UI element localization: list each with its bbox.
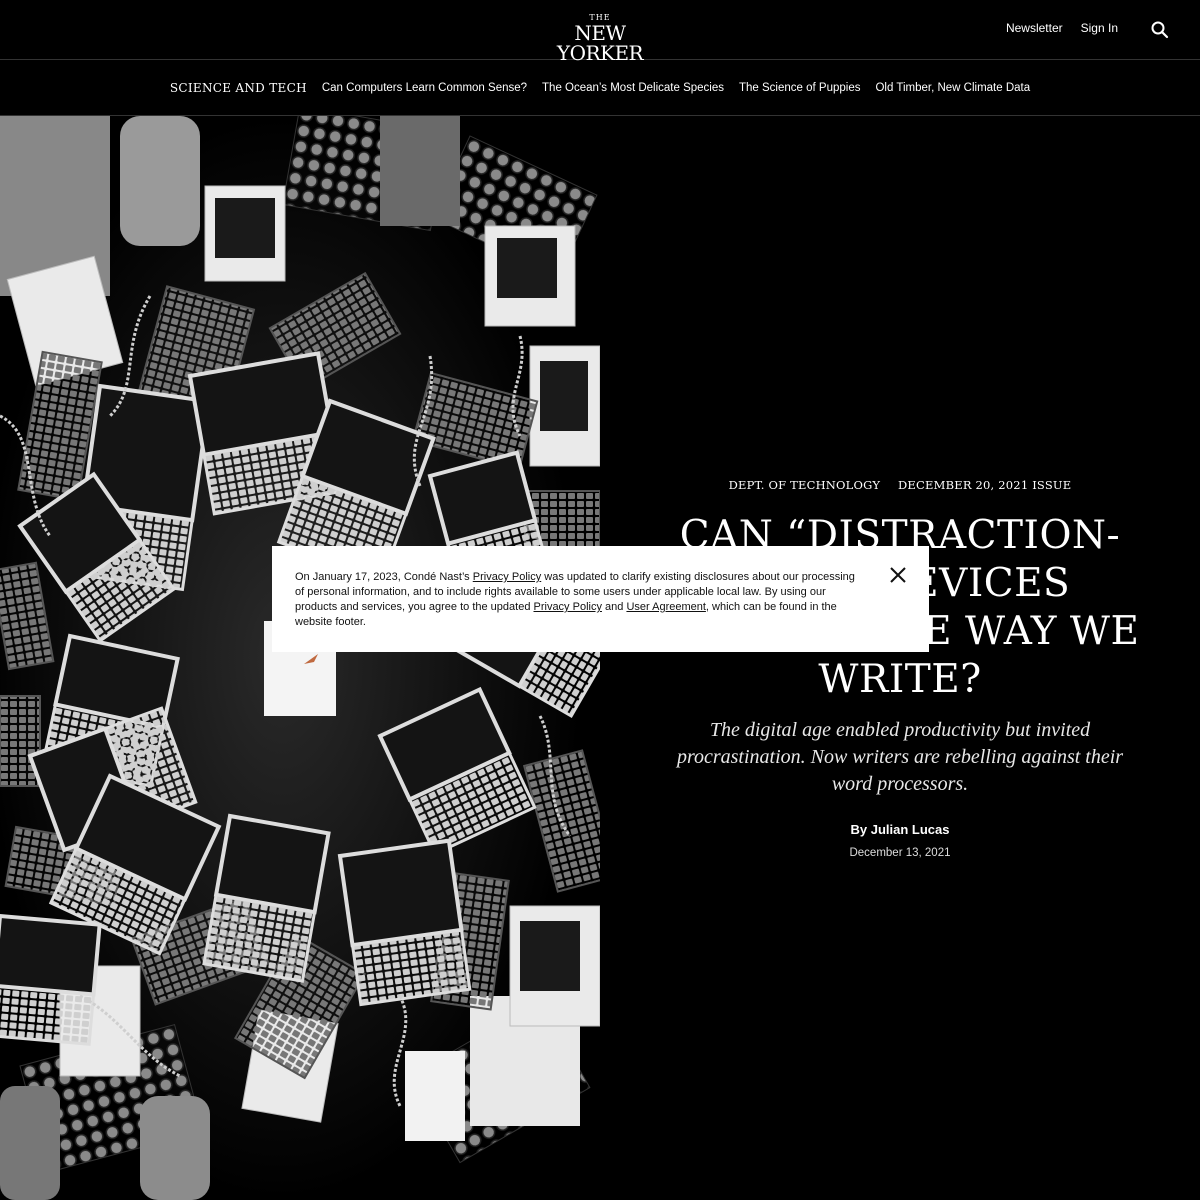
computers-and-typewriters-illustration bbox=[0, 116, 600, 1200]
publish-date: December 13, 2021 bbox=[849, 847, 951, 859]
site-header: THE NEW YORKER Newsletter Sign In bbox=[0, 0, 1200, 65]
banner-text-1: On January 17, 2023, Condé Nast’s bbox=[295, 571, 473, 583]
banner-text-3: and bbox=[601, 601, 627, 613]
nav-link-common-sense[interactable]: Can Computers Learn Common Sense? bbox=[322, 82, 527, 94]
new-yorker-logo[interactable]: THE NEW YORKER bbox=[540, 14, 660, 65]
close-icon bbox=[890, 567, 906, 583]
article-meta: DEPT. OF TECHNOLOGY DECEMBER 20, 2021 IS… bbox=[600, 478, 1200, 492]
article-dek: The digital age enabled productivity but… bbox=[676, 719, 1124, 795]
search-icon bbox=[1151, 21, 1169, 39]
author-link[interactable]: Julian Lucas bbox=[871, 822, 950, 837]
close-banner-button[interactable] bbox=[889, 566, 907, 584]
byline-prefix: By bbox=[850, 822, 868, 837]
nav-link-ocean-species[interactable]: The Ocean’s Most Delicate Species bbox=[542, 82, 724, 94]
section-nav: SCIENCE AND TECH Can Computers Learn Com… bbox=[0, 60, 1200, 116]
search-button[interactable] bbox=[1150, 20, 1170, 40]
nav-link-puppies[interactable]: The Science of Puppies bbox=[739, 82, 860, 94]
user-agreement-link[interactable]: User Agreement bbox=[626, 601, 705, 613]
issue-link[interactable]: DECEMBER 20, 2021 ISSUE bbox=[898, 478, 1071, 492]
sign-in-link[interactable]: Sign In bbox=[1081, 21, 1118, 35]
privacy-policy-link[interactable]: Privacy Policy bbox=[473, 571, 541, 583]
logo-name: NEW YORKER bbox=[556, 21, 644, 65]
section-label[interactable]: SCIENCE AND TECH bbox=[170, 81, 307, 95]
newsletter-link[interactable]: Newsletter bbox=[1006, 21, 1063, 35]
byline: By Julian Lucas bbox=[600, 822, 1200, 837]
privacy-banner-text: On January 17, 2023, Condé Nast’s Privac… bbox=[295, 570, 865, 630]
rubric-link[interactable]: DEPT. OF TECHNOLOGY bbox=[729, 478, 881, 492]
privacy-policy-link-2[interactable]: Privacy Policy bbox=[534, 601, 602, 613]
nav-link-old-timber[interactable]: Old Timber, New Climate Data bbox=[875, 82, 1030, 94]
header-links: Newsletter Sign In bbox=[1006, 21, 1118, 35]
privacy-policy-banner: On January 17, 2023, Condé Nast’s Privac… bbox=[272, 546, 929, 652]
article-illustration bbox=[0, 116, 600, 1200]
headline-line-4: WRITE? bbox=[818, 657, 982, 702]
